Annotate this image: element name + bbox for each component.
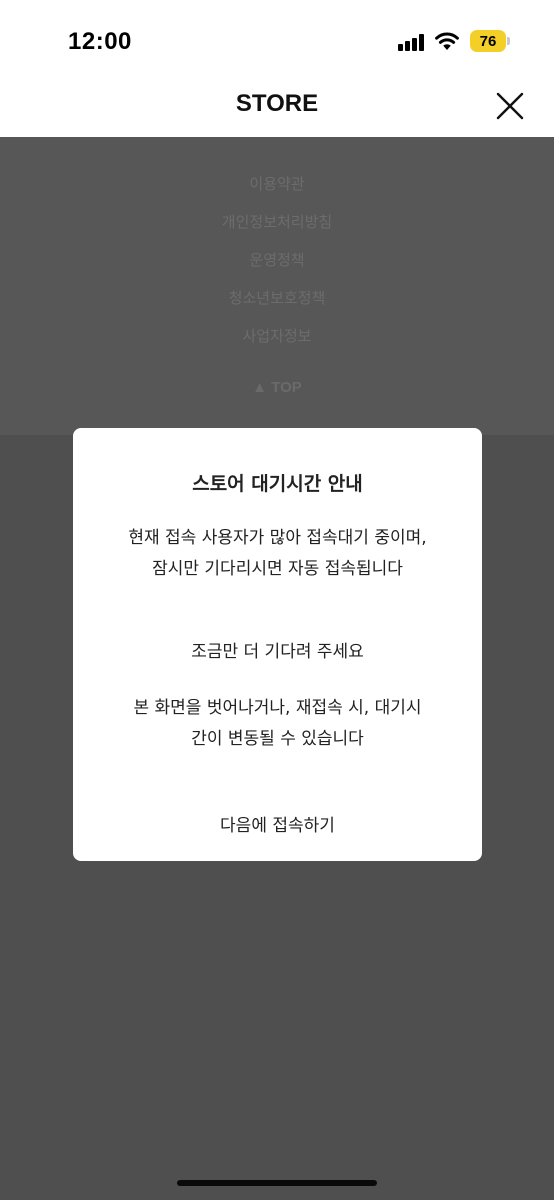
modal-title: 스토어 대기시간 안내 xyxy=(192,473,363,495)
status-bar: 12:00 76 xyxy=(0,0,554,80)
footer-link-business[interactable]: 사업자정보 xyxy=(0,325,554,346)
battery-cap xyxy=(507,37,510,45)
home-indicator[interactable] xyxy=(177,1180,377,1186)
close-icon[interactable] xyxy=(494,90,526,122)
footer-links: 이용약관 개인정보처리방침 운영정책 청소년보호정책 사업자정보 ▲ TOP xyxy=(0,137,554,435)
footer-link-policy[interactable]: 운영정책 xyxy=(0,249,554,270)
battery-icon: 76 xyxy=(470,30,506,52)
modal-wait-message: 조금만 더 기다려 주세요 xyxy=(191,642,364,662)
connect-later-button[interactable]: 다음에 접속하기 xyxy=(73,811,482,836)
page-title: STORE xyxy=(235,90,319,117)
footer-link-youth[interactable]: 청소년보호정책 xyxy=(0,287,554,308)
signal-icon xyxy=(398,33,426,51)
page-header: STORE xyxy=(0,80,554,137)
modal-message-line1: 현재 접속 사용자가 많아 접속대기 중이며, xyxy=(128,528,427,548)
modal-warning-line1: 본 화면을 벗어나거나, 재접속 시, 대기시 xyxy=(133,698,422,718)
wifi-icon xyxy=(435,32,459,50)
waiting-modal: 스토어 대기시간 안내 현재 접속 사용자가 많아 접속대기 중이며, 잠시만 … xyxy=(73,428,482,861)
scroll-top-button[interactable]: ▲ TOP xyxy=(0,379,554,396)
footer-link-terms[interactable]: 이용약관 xyxy=(0,173,554,194)
status-time: 12:00 xyxy=(68,28,132,55)
modal-warning-line2: 간이 변동될 수 있습니다 xyxy=(191,729,364,749)
footer-link-privacy[interactable]: 개인정보처리방침 xyxy=(0,211,554,232)
modal-message-line2: 잠시만 기다리시면 자동 접속됩니다 xyxy=(152,559,403,579)
